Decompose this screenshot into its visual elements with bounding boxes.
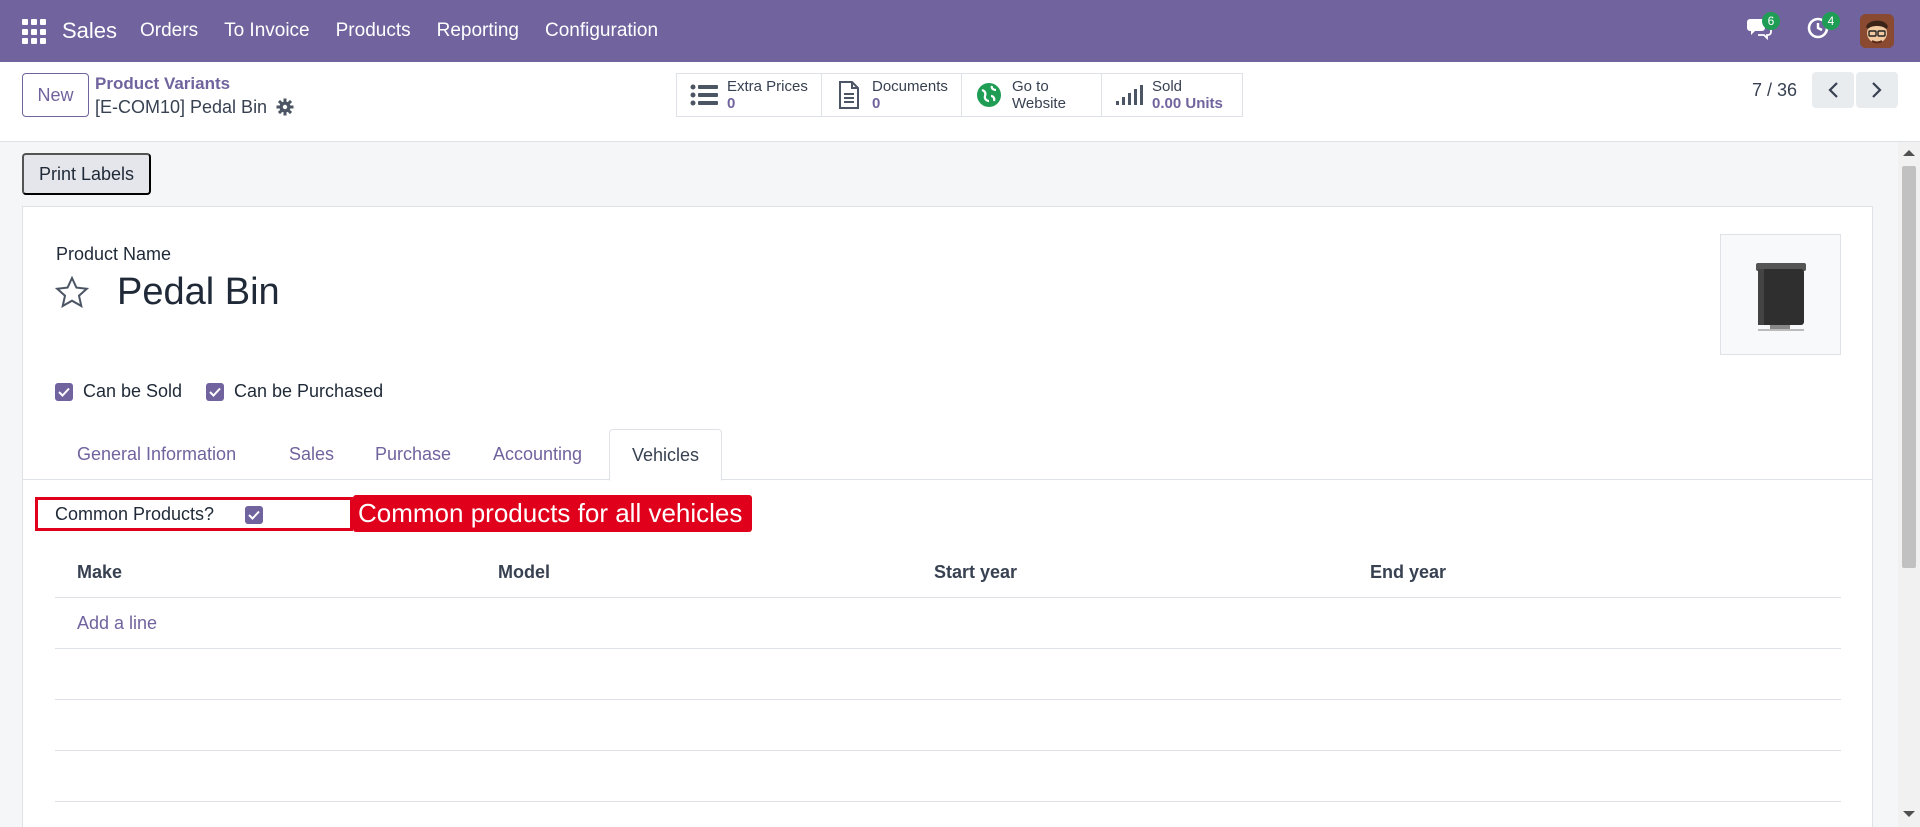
list-icon [689,80,719,110]
tab-general-information[interactable]: General Information [77,429,236,480]
pager-previous-button[interactable] [1812,72,1854,108]
documents-label: Documents [872,78,948,95]
go-to-website-smart-button[interactable]: Go to Website [961,73,1102,117]
go-to-label: Go to [1012,78,1049,95]
gear-icon[interactable] [276,98,294,116]
menu-item-reporting[interactable]: Reporting [437,20,519,42]
scroll-up-arrow-icon[interactable] [1903,150,1915,156]
website-label: Website [1012,95,1066,112]
common-products-checkbox[interactable] [245,506,263,524]
vertical-scrollbar[interactable] [1898,142,1920,827]
table-row [55,751,1841,802]
activities-badge: 4 [1822,12,1840,30]
can-be-purchased-checkbox[interactable]: Can be Purchased [206,381,383,402]
breadcrumb-current: [E-COM10] Pedal Bin [95,97,268,117]
can-be-sold-checkbox[interactable]: Can be Sold [55,381,182,402]
annotation-callout: Common products for all vehicles [353,495,753,532]
scrollbar-thumb[interactable] [1902,166,1916,568]
sold-smart-button[interactable]: Sold 0.00 Units [1101,73,1243,117]
documents-value: 0 [872,95,881,112]
pager-value[interactable]: 7 / 36 [1752,80,1797,101]
main-menu: Orders To Invoice Products Reporting Con… [140,20,684,42]
activities-button[interactable]: 4 [1806,12,1840,44]
new-button[interactable]: New [22,73,89,117]
sold-label: Sold [1152,78,1183,95]
column-header-model[interactable]: Model [498,562,550,583]
menu-item-products[interactable]: Products [336,20,411,42]
messages-button[interactable]: 6 [1746,12,1780,44]
product-name-field[interactable]: Pedal Bin [117,271,280,314]
extra-prices-label: Extra Prices [727,78,808,95]
check-icon [55,382,73,401]
user-avatar[interactable] [1860,14,1894,48]
form-view: Print Labels Product Name Pedal Bin Can … [0,142,1898,827]
vehicles-table: Make Model Start year End year Add a lin… [55,547,1841,802]
column-header-make[interactable]: Make [77,562,122,583]
product-name-label: Product Name [56,244,172,264]
common-products-label: Common Products? [55,504,215,524]
check-icon [206,382,224,401]
chevron-right-icon [1872,82,1882,98]
notebook-tabs: General Information Sales Purchase Accou… [23,429,1872,481]
favorite-star-icon[interactable] [54,275,90,311]
chevron-left-icon [1828,82,1838,98]
form-sheet: Product Name Pedal Bin Can be Sold Can b… [22,206,1873,827]
pager-next-button[interactable] [1856,72,1898,108]
extra-prices-smart-button[interactable]: Extra Prices 0 [676,73,822,117]
table-header: Make Model Start year End year [55,547,1841,598]
control-panel: New Product Variants [E-COM10] Pedal Bin… [0,62,1920,142]
tab-accounting[interactable]: Accounting [493,429,582,480]
signal-bars-icon [1114,80,1144,110]
documents-smart-button[interactable]: Documents 0 [821,73,962,117]
app-name[interactable]: Sales [62,18,117,44]
table-row: Add a line [55,598,1841,649]
column-header-start-year[interactable]: Start year [934,562,1017,583]
globe-icon [974,80,1004,110]
print-labels-button[interactable]: Print Labels [22,153,151,195]
scroll-down-arrow-icon[interactable] [1903,811,1915,817]
sold-value: 0.00 Units [1152,95,1223,112]
document-icon [834,80,864,110]
menu-item-orders[interactable]: Orders [140,20,198,42]
check-icon [248,510,260,520]
can-be-sold-label: Can be Sold [83,381,183,401]
column-header-end-year[interactable]: End year [1370,562,1446,583]
apps-grid-icon[interactable] [22,19,48,45]
menu-item-configuration[interactable]: Configuration [545,20,658,42]
menu-item-to-invoice[interactable]: To Invoice [224,20,310,42]
tab-sales[interactable]: Sales [289,429,334,480]
breadcrumb-parent-link[interactable]: Product Variants [95,74,230,94]
extra-prices-value: 0 [727,95,736,112]
add-a-line-link[interactable]: Add a line [77,613,157,634]
can-be-purchased-label: Can be Purchased [234,381,384,401]
messages-badge: 6 [1762,12,1780,30]
product-image[interactable] [1720,234,1841,355]
tab-purchase[interactable]: Purchase [375,429,451,480]
table-row [55,649,1841,700]
table-row [55,700,1841,751]
top-navbar: Sales Orders To Invoice Products Reporti… [0,0,1920,62]
tab-vehicles[interactable]: Vehicles [609,429,723,481]
